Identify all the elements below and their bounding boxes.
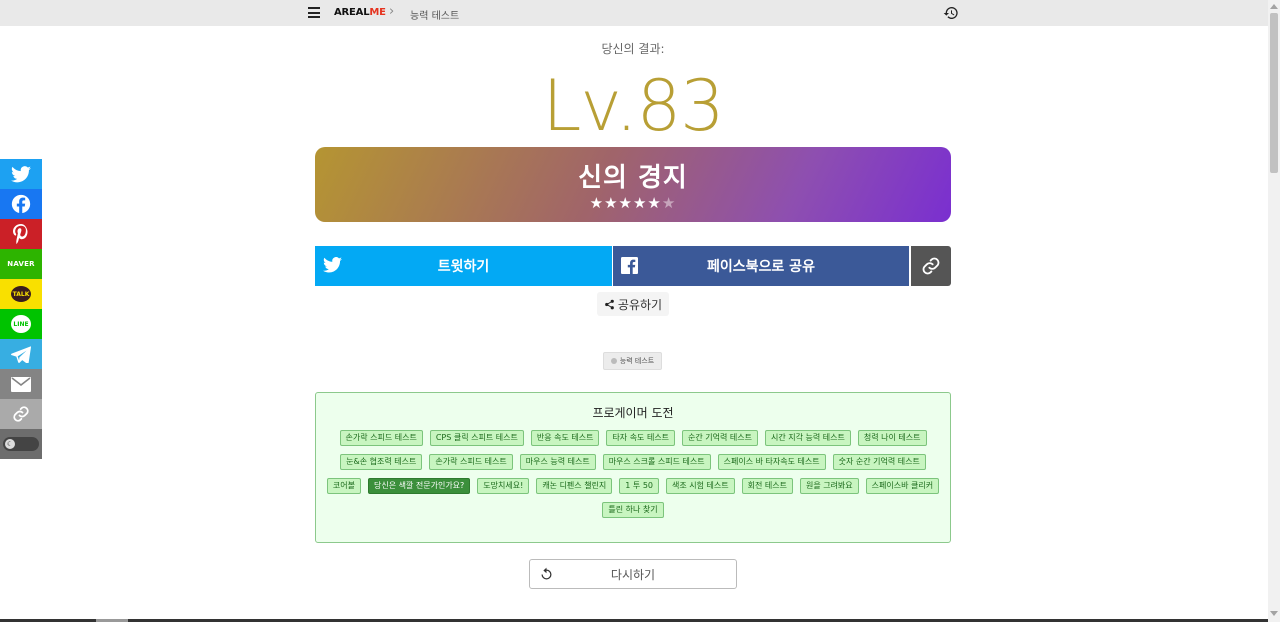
challenge-panel: 프로게이머 도전 손가락 스피드 테스트 CPS 클릭 스피트 테스트 반응 속도 … bbox=[315, 392, 951, 543]
scroll-down-arrow-icon[interactable] bbox=[1270, 611, 1278, 616]
challenge-link[interactable]: 손가락 스피드 테스트 bbox=[429, 454, 513, 470]
line-icon: LINE bbox=[11, 315, 31, 333]
rank-title: 신의 경지 bbox=[578, 163, 688, 193]
challenge-link[interactable]: 청력 나이 테스트 bbox=[857, 430, 927, 446]
challenge-link[interactable]: 마우스 스크롤 스피드 테스트 bbox=[602, 454, 711, 470]
challenge-links: 손가락 스피드 테스트 CPS 클릭 스피트 테스트 반응 속도 테스트 타자 속도 … bbox=[326, 430, 940, 518]
sidebar-twitter-button[interactable] bbox=[0, 159, 42, 189]
challenge-link[interactable]: 시간 지각 능력 테스트 bbox=[765, 430, 851, 446]
facebook-share-button[interactable]: 페이스북으로 공유 bbox=[613, 246, 909, 286]
sidebar-pinterest-button[interactable] bbox=[0, 219, 42, 249]
toggle-track: ☾ bbox=[3, 437, 39, 451]
share-more-label: 공유하기 bbox=[617, 297, 663, 312]
level-value: Lv.83 bbox=[542, 65, 724, 147]
dark-mode-toggle[interactable]: ☾ bbox=[0, 429, 42, 459]
sidebar-kakaotalk-button[interactable]: TALK bbox=[0, 279, 42, 309]
retry-button[interactable]: 다시하기 bbox=[529, 559, 737, 589]
challenge-link[interactable]: 1 투 50 bbox=[619, 478, 659, 494]
challenge-link[interactable]: 반응 속도 테스트 bbox=[530, 430, 600, 446]
twitter-icon bbox=[11, 165, 31, 182]
challenge-link[interactable]: 손가락 스피드 테스트 bbox=[339, 430, 423, 446]
scrollbar[interactable] bbox=[1268, 0, 1280, 622]
challenge-link[interactable]: 틀린 하나 찾기 bbox=[602, 502, 664, 518]
history-icon[interactable] bbox=[943, 5, 959, 21]
email-icon bbox=[11, 376, 31, 392]
share-more-button[interactable]: 공유하기 bbox=[597, 292, 669, 316]
twitter-icon bbox=[323, 257, 342, 273]
pinterest-icon bbox=[13, 224, 28, 244]
retry-label: 다시하기 bbox=[610, 567, 656, 582]
challenge-link[interactable]: CPS 클릭 스피트 테스트 bbox=[429, 430, 524, 446]
result-label: 당신의 결과: bbox=[601, 42, 665, 56]
share-sidebar: NAVER TALK LINE ☾ bbox=[0, 159, 42, 459]
top-bar: AREALME › 능력 테스트 bbox=[0, 0, 1268, 26]
challenge-link[interactable]: 캐논 디펜스 챌린지 bbox=[536, 478, 613, 494]
challenge-title: 프로게이머 도전 bbox=[592, 406, 674, 420]
challenge-link[interactable]: 마우스 능력 테스트 bbox=[519, 454, 596, 470]
challenge-link[interactable]: 코어볼 bbox=[326, 478, 361, 494]
challenge-link[interactable]: 도망치세요! bbox=[477, 478, 530, 494]
challenge-link[interactable]: 회전 테스트 bbox=[741, 478, 793, 494]
refresh-icon bbox=[541, 567, 552, 580]
stars-filled: ★★★★★ bbox=[589, 194, 662, 212]
sidebar-naver-button[interactable]: NAVER bbox=[0, 249, 42, 279]
link-icon bbox=[922, 257, 940, 275]
challenge-link[interactable]: 스페이스 바 타자속도 테스트 bbox=[717, 454, 826, 470]
challenge-link[interactable]: 원을 그려봐요 bbox=[799, 478, 859, 494]
breadcrumb-separator: › bbox=[389, 4, 395, 19]
challenge-link[interactable]: 타자 속도 테스트 bbox=[606, 430, 676, 446]
category-tag[interactable]: 능력 테스트 bbox=[603, 352, 662, 370]
share-icon bbox=[605, 299, 614, 309]
scroll-up-arrow-icon[interactable] bbox=[1270, 4, 1278, 9]
challenge-link[interactable]: 숫자 순간 기억력 테스트 bbox=[832, 454, 926, 470]
star-rating: ★★★★★★ bbox=[315, 194, 951, 212]
sidebar-line-button[interactable]: LINE bbox=[0, 309, 42, 339]
tweet-button[interactable]: 트윗하기 bbox=[315, 246, 612, 286]
challenge-link[interactable]: 순간 기억력 테스트 bbox=[682, 430, 759, 446]
naver-label: NAVER bbox=[7, 260, 35, 268]
facebook-share-label: 페이스북으로 공유 bbox=[707, 259, 815, 275]
challenge-link[interactable]: 색조 시험 테스트 bbox=[666, 478, 735, 494]
sidebar-facebook-button[interactable] bbox=[0, 189, 42, 219]
facebook-icon bbox=[621, 257, 638, 274]
stars-empty: ★ bbox=[661, 194, 677, 212]
tag-dot-icon bbox=[610, 358, 617, 364]
tweet-label: 트윗하기 bbox=[437, 259, 490, 275]
facebook-icon bbox=[11, 194, 31, 214]
challenge-link[interactable]: 눈&손 협조력 테스트 bbox=[340, 454, 423, 470]
category-tag-label: 능력 테스트 bbox=[619, 357, 655, 365]
menu-icon[interactable] bbox=[308, 7, 320, 18]
challenge-link[interactable]: 당신은 색깔 전문가인가요? bbox=[368, 478, 471, 494]
sidebar-email-button[interactable] bbox=[0, 369, 42, 399]
moon-icon: ☾ bbox=[5, 439, 15, 449]
breadcrumb-link[interactable]: 능력 테스트 bbox=[410, 7, 459, 22]
link-icon bbox=[13, 406, 29, 422]
scroll-thumb[interactable] bbox=[1270, 13, 1278, 173]
logo[interactable]: AREALME bbox=[334, 7, 386, 18]
sidebar-telegram-button[interactable] bbox=[0, 339, 42, 369]
rank-banner: 신의 경지 ★★★★★★ bbox=[315, 147, 951, 222]
kakaotalk-icon: TALK bbox=[11, 286, 31, 302]
telegram-icon bbox=[11, 345, 31, 363]
copy-link-button[interactable] bbox=[911, 246, 951, 286]
challenge-link[interactable]: 스페이스바 클리커 bbox=[865, 478, 940, 494]
sidebar-copylink-button[interactable] bbox=[0, 399, 42, 429]
